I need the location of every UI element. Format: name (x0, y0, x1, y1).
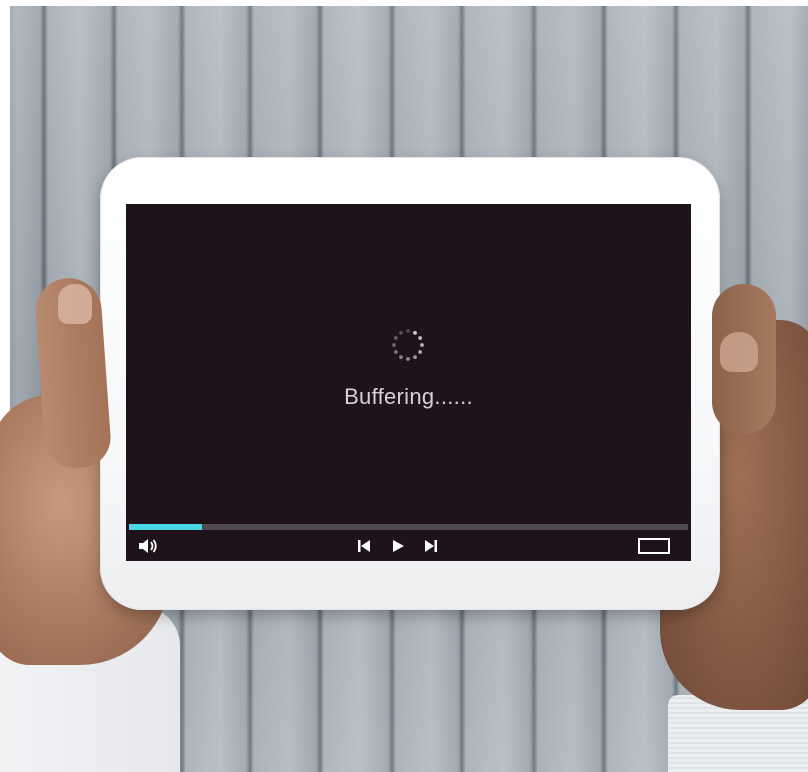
fullscreen-icon (638, 538, 670, 554)
tablet: Buffering...... (100, 157, 720, 610)
spinner-dot (418, 336, 423, 340)
fullscreen-button[interactable] (636, 536, 672, 556)
loading-spinner-icon (392, 329, 424, 361)
skip-next-icon (425, 540, 437, 552)
spinner-dot (413, 330, 417, 335)
play-icon (393, 540, 404, 552)
top-border (0, 0, 808, 6)
video-player-screen[interactable]: Buffering...... (126, 204, 691, 561)
right-thumbnail (720, 332, 758, 372)
spinner-dot (392, 343, 396, 347)
spinner-dot (418, 350, 423, 354)
spinner-dot (393, 350, 398, 354)
spinner-dot (399, 330, 403, 335)
volume-button[interactable] (136, 536, 160, 556)
progress-fill (129, 524, 202, 530)
next-button[interactable] (420, 536, 442, 556)
spinner-dot (406, 357, 410, 361)
buffering-status-text: Buffering...... (344, 384, 473, 409)
spinner-dot (399, 355, 403, 360)
spinner-dot (393, 336, 398, 340)
skip-previous-icon (358, 540, 370, 552)
player-controls (126, 532, 691, 561)
progress-bar[interactable] (129, 524, 688, 530)
left-thumbnail (58, 284, 92, 324)
spinner-dot (406, 329, 410, 333)
spinner-dot (420, 343, 424, 347)
spinner-dot (413, 355, 417, 360)
play-button[interactable] (388, 536, 408, 556)
volume-icon (139, 539, 157, 553)
previous-button[interactable] (353, 536, 375, 556)
